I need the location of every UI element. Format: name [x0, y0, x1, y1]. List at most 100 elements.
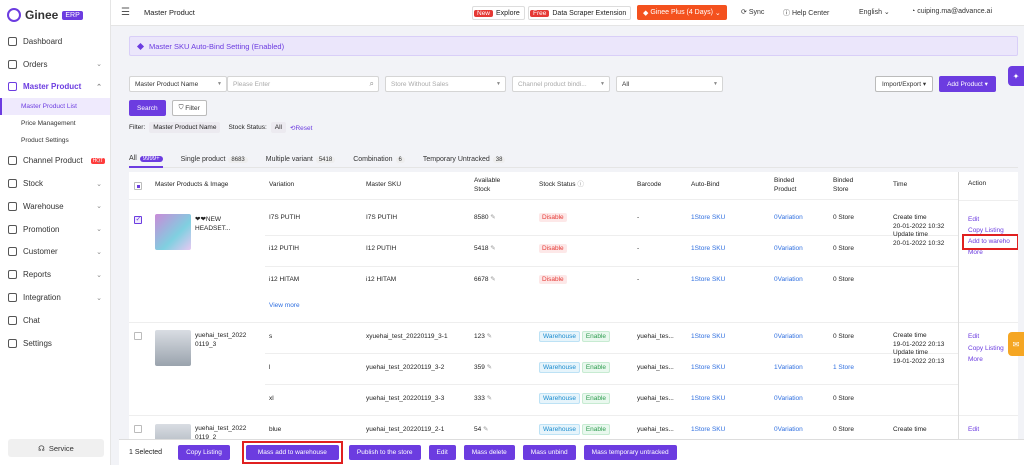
available-stock[interactable]: 123 ✎ [474, 333, 492, 342]
sidebar-item-dashboard[interactable]: Dashboard [0, 30, 110, 53]
search-button[interactable]: Search [129, 100, 166, 116]
available-stock[interactable]: 6678 ✎ [474, 276, 496, 285]
help-icon: ⓘ [783, 10, 792, 17]
available-stock[interactable]: 333 ✎ [474, 395, 492, 404]
tab-temporary-untracked[interactable]: Temporary Untracked 38 [423, 152, 506, 168]
row-checkbox[interactable] [134, 215, 142, 224]
search-input[interactable]: Please Enter ⌕ [227, 76, 379, 92]
reset-link[interactable]: ⟲Reset [290, 124, 312, 132]
autobind-link[interactable]: 1Store SKU [691, 245, 725, 254]
tab-combination[interactable]: Combination 6 [353, 152, 405, 168]
binded-product-link[interactable]: 0Variation [774, 395, 803, 404]
feedback-icon[interactable]: ✉ [1008, 332, 1024, 356]
autobind-link[interactable]: 1Store SKU [691, 364, 725, 373]
publish-to-store-button[interactable]: Publish to the store [348, 445, 421, 460]
sidebar-item-settings[interactable]: Settings [0, 332, 110, 355]
row-checkbox[interactable] [134, 425, 142, 433]
binded-product-link[interactable]: 0Variation [774, 276, 803, 285]
binded-product-link[interactable]: 0Variation [774, 214, 803, 223]
user-menu[interactable]: ◔ cuiping.ma@advance.ai [911, 8, 992, 15]
time-block: Create time 19-01-2022 20:13 Update time 19… [893, 332, 944, 366]
help-center-link[interactable]: ⓘ Help Center [783, 8, 829, 18]
available-stock[interactable]: 359 ✎ [474, 364, 492, 373]
sidebar-subitem-price-management[interactable]: Price Management [0, 115, 110, 132]
lightbulb-icon[interactable]: ✦ [1008, 66, 1024, 86]
data-scraper-button[interactable]: Free Data Scraper Extension [528, 6, 632, 20]
ginee-plus-button[interactable]: ◆ Ginee Plus (4 Days) ⌄ [637, 5, 727, 20]
explore-label: Explore [496, 9, 520, 17]
sidebar-item-warehouse[interactable]: Warehouse ⌄ [0, 195, 110, 218]
binded-product-link[interactable]: 0Variation [774, 426, 803, 435]
sidebar-item-label: Warehouse [23, 201, 64, 211]
stock-status-chip[interactable]: All [270, 122, 286, 133]
copy-listing-link[interactable]: Copy Listing [968, 345, 1004, 354]
tab-all[interactable]: All 9999+ [129, 152, 163, 168]
binded-product-link[interactable]: 0Variation [774, 245, 803, 254]
autobind-link[interactable]: 1Store SKU [691, 276, 725, 285]
product-name-line2: HEADSET... [195, 224, 231, 232]
binded-product-link[interactable]: 0Variation [774, 333, 803, 342]
row-checkbox[interactable] [134, 332, 142, 340]
filter-chip[interactable]: Master Product Name [149, 122, 221, 133]
col-binded-product-line2: Product [774, 186, 797, 193]
sidebar-item-promotion[interactable]: Promotion ⌄ [0, 218, 110, 241]
edit-link[interactable]: Edit [968, 333, 979, 342]
sidebar-subitem-master-product-list[interactable]: Master Product List [0, 98, 110, 116]
product-image[interactable] [155, 214, 191, 250]
mass-delete-button[interactable]: Mass delete [463, 445, 515, 460]
sidebar-item-orders[interactable]: Orders ⌄ [0, 53, 110, 76]
help-icon: ⓘ [577, 181, 584, 188]
autobind-link[interactable]: 1Store SKU [691, 426, 725, 435]
sidebar-item-stock[interactable]: Stock ⌄ [0, 172, 110, 195]
available-stock[interactable]: 5418 ✎ [474, 245, 496, 254]
language-select[interactable]: English ⌄ [859, 8, 890, 16]
binded-product-link[interactable]: 1Variation [774, 364, 803, 373]
service-button[interactable]: ☊ Service [8, 439, 104, 457]
available-stock[interactable]: 54 ✎ [474, 426, 489, 435]
product-name[interactable]: ❤❤NEW HEADSET... [195, 216, 230, 233]
product-name[interactable]: yuehai_test_2022 0119_3 [195, 332, 246, 349]
autobind-link[interactable]: 1Store SKU [691, 395, 725, 404]
product-name-line1: yuehai_test_2022 [195, 425, 247, 432]
sidebar-item-channel-product[interactable]: Channel Product HOT ⌄ [0, 149, 110, 172]
explore-button[interactable]: New Explore [472, 6, 525, 20]
filter-button[interactable]: ⛉ Filter [171, 100, 207, 116]
available-stock[interactable]: 8580 ✎ [474, 214, 496, 223]
mass-temporary-untracked-button[interactable]: Mass temporary untracked [583, 445, 677, 460]
sidebar-item-reports[interactable]: Reports ⌄ [0, 263, 110, 286]
product-image[interactable] [155, 330, 191, 366]
more-link[interactable]: More [968, 249, 983, 258]
all-select[interactable]: All ▼ [616, 76, 723, 92]
autobind-link[interactable]: 1Store SKU [691, 214, 725, 223]
add-product-button[interactable]: Add Product ▾ [939, 76, 996, 92]
field-select[interactable]: Master Product Name ▼ [129, 76, 227, 92]
sidebar-item-customer[interactable]: Customer ⌄ [0, 241, 110, 264]
col-binded-store-line1: Binded [833, 177, 854, 184]
import-export-button[interactable]: Import/Export ▾ [875, 76, 934, 92]
edit-link[interactable]: Edit [968, 426, 979, 435]
master-sku: yuehai_test_20220119_3-2 [366, 364, 445, 371]
sidebar-subitem-product-settings[interactable]: Product Settings [0, 132, 110, 149]
autobind-link[interactable]: 1Store SKU [691, 333, 725, 342]
edit-link[interactable]: Edit [968, 216, 979, 225]
tab-single-product[interactable]: Single product 8683 [181, 152, 248, 168]
sync-link[interactable]: ⟳ Sync [741, 8, 764, 16]
edit-button[interactable]: Edit [428, 445, 456, 460]
mass-add-to-warehouse-button[interactable]: Mass add to warehouse [245, 445, 339, 460]
sidebar-item-integration[interactable]: Integration ⌄ [0, 286, 110, 309]
chevron-down-icon: ⌄ [96, 61, 102, 69]
binded-store-link[interactable]: 1 Store [833, 364, 854, 373]
copy-listing-button[interactable]: Copy Listing [178, 445, 230, 460]
logo[interactable]: Ginee ERP [0, 0, 110, 30]
new-tag: New [474, 9, 494, 17]
sidebar-item-chat[interactable]: Chat [0, 309, 110, 332]
select-all-checkbox[interactable] [134, 182, 142, 190]
sidebar-item-master-product[interactable]: Master Product ⌃ [0, 76, 110, 99]
view-more-link[interactable]: View more [269, 302, 300, 311]
mass-unbind-button[interactable]: Mass unbind [522, 445, 576, 460]
store-select[interactable]: Store Without Sales ▼ [385, 76, 506, 92]
tab-multiple-variant[interactable]: Multiple variant 5418 [266, 152, 336, 168]
more-link[interactable]: More [968, 356, 983, 365]
menu-icon[interactable]: ☰ [121, 7, 130, 18]
channel-binding-select[interactable]: Channel product bindi... ▼ [512, 76, 610, 92]
